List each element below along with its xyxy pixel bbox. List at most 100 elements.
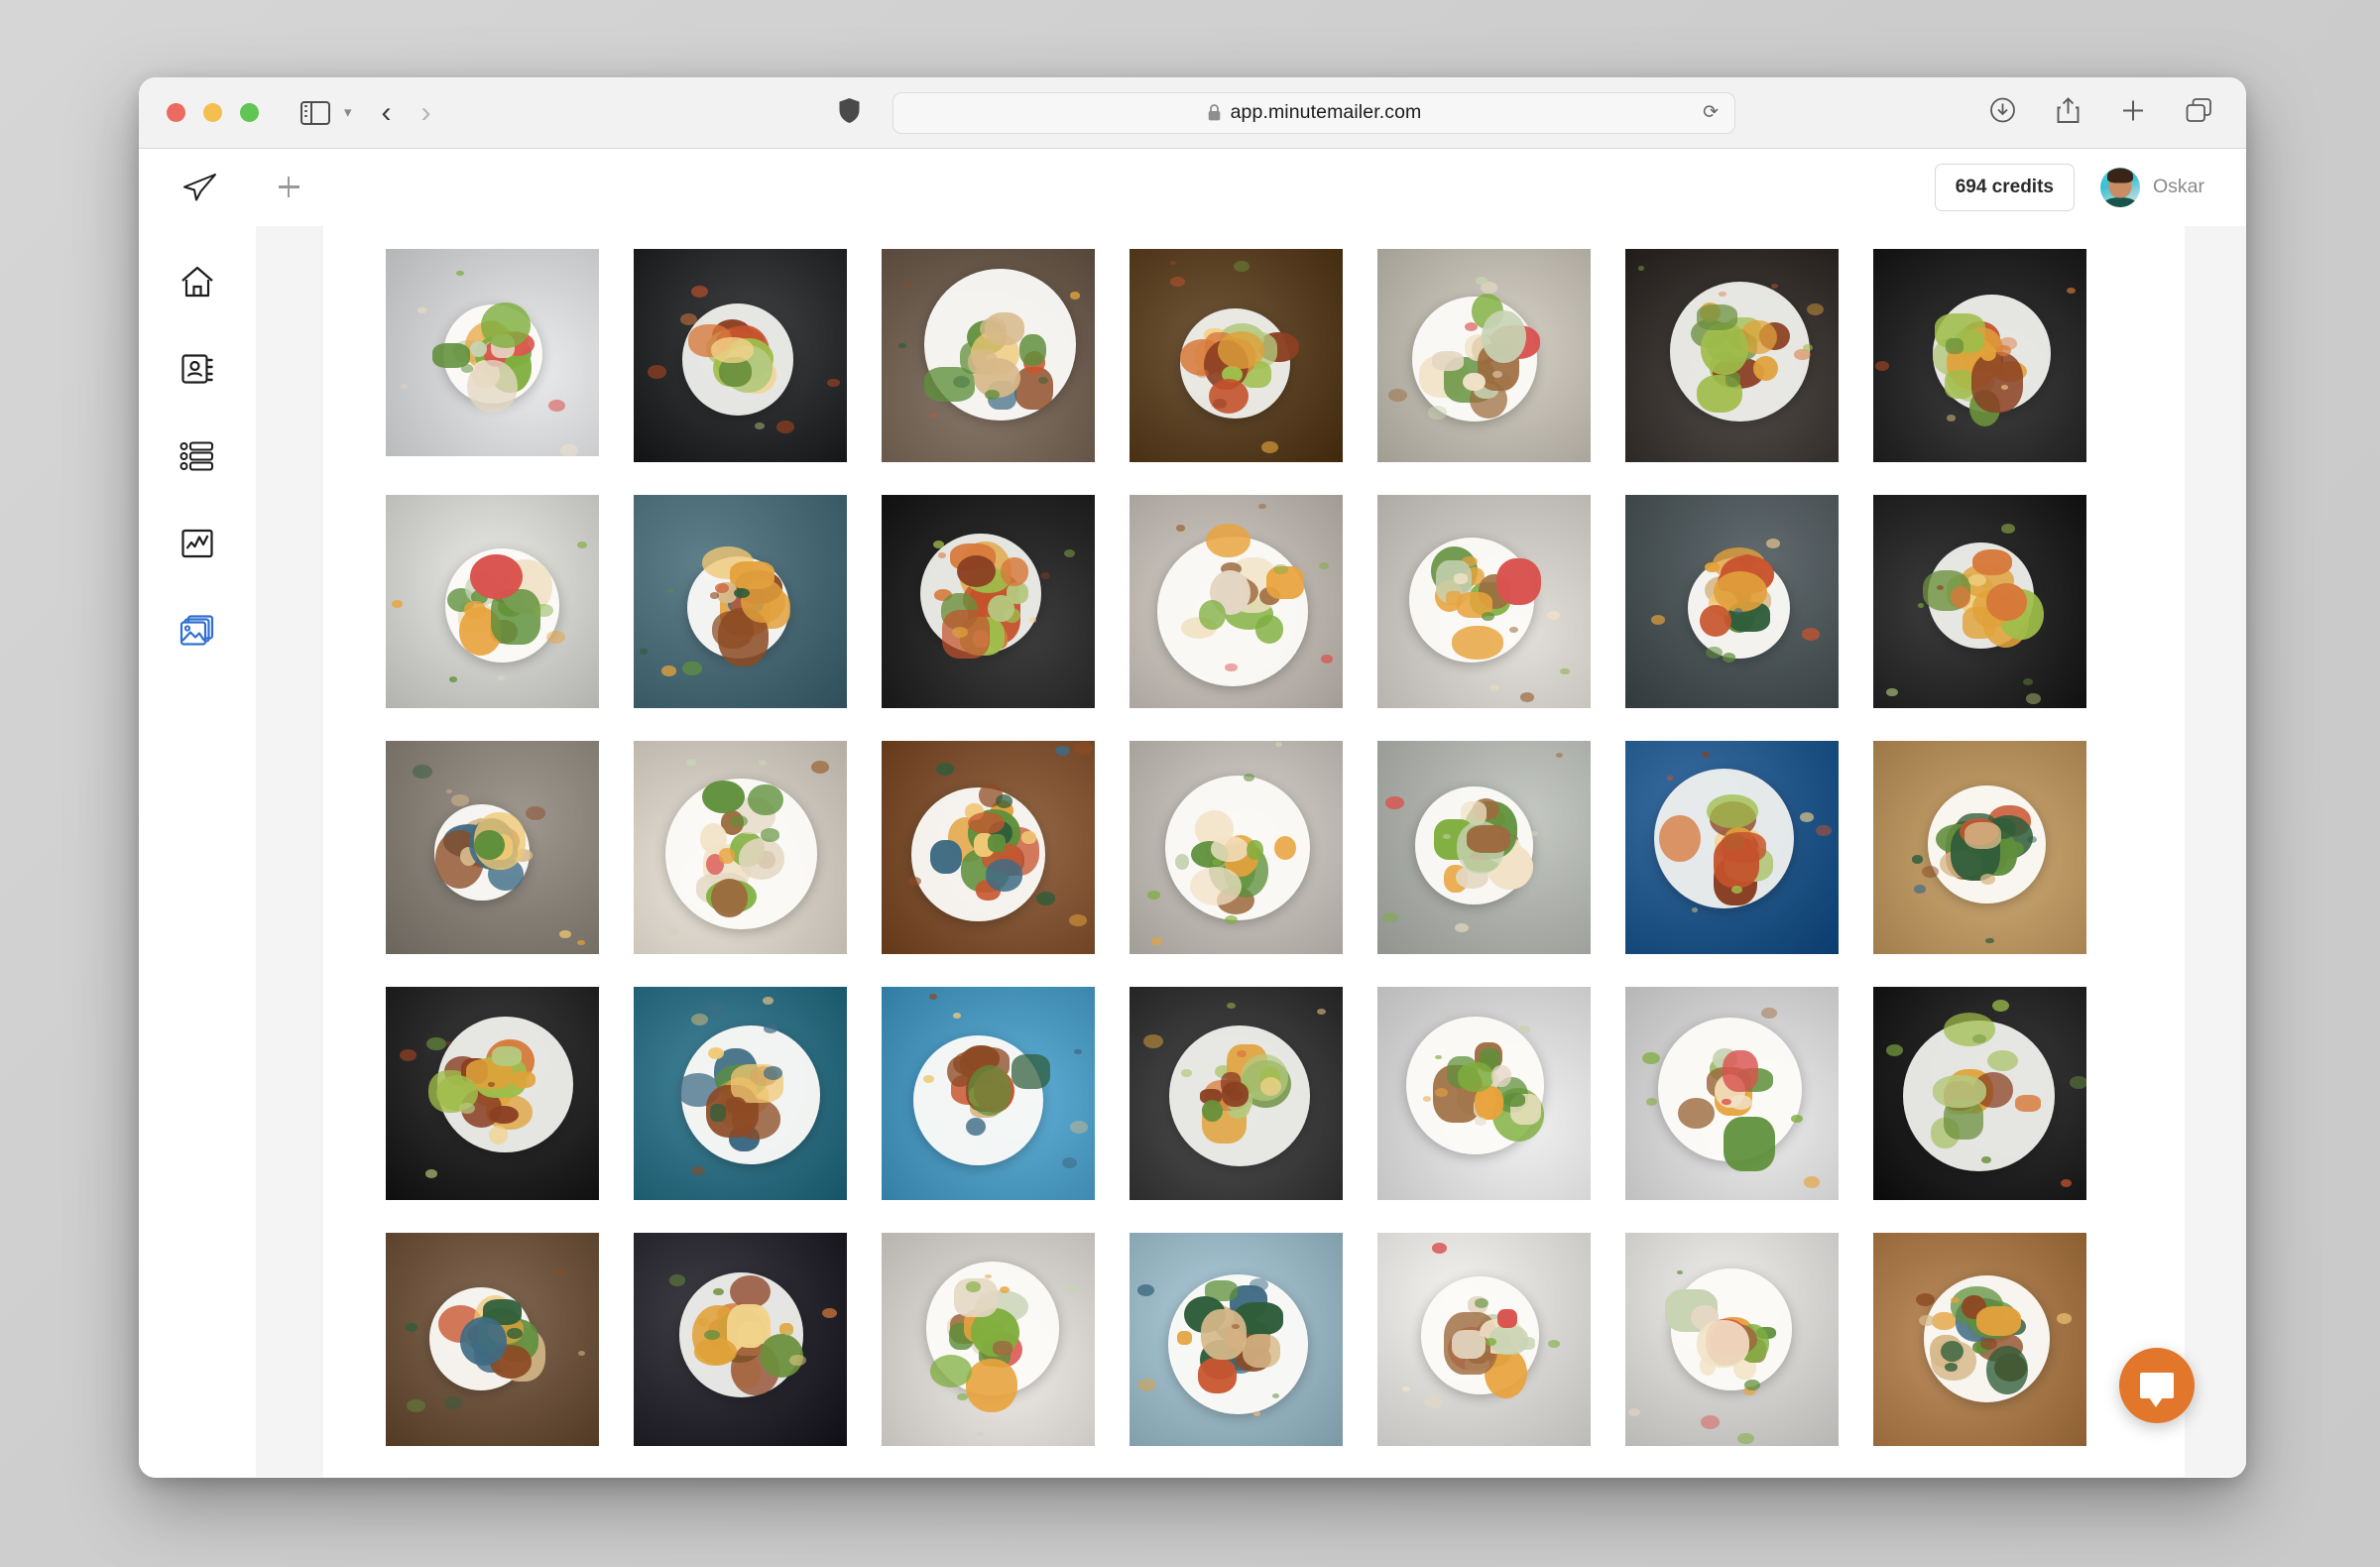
desktop-background: ▾ ‹ › app.minutemailer.com ⟳ 694 credits… (0, 0, 2380, 1567)
oranges-on-blue (1625, 741, 1839, 954)
gallery-image-10[interactable] (882, 495, 1095, 708)
shield-icon[interactable] (838, 97, 861, 129)
salad-bowls-flatlay (1377, 741, 1591, 954)
gallery-image-24[interactable] (882, 987, 1095, 1200)
chat-glyph (2140, 1373, 2174, 1407)
sidebar-item-home[interactable] (172, 256, 223, 307)
gallery-panel (323, 226, 2185, 1477)
content-area (256, 226, 2246, 1477)
user-name: Oskar (2152, 176, 2204, 197)
gallery-image-6[interactable] (1625, 249, 1839, 462)
lock-icon (1207, 103, 1222, 122)
new-tab-icon[interactable] (2120, 97, 2146, 128)
steak-broccolini-plate (1625, 495, 1839, 708)
gallery-image-11[interactable] (1130, 495, 1343, 708)
gallery-image-25[interactable] (1130, 987, 1343, 1200)
sidebar-item-contacts[interactable] (172, 343, 223, 395)
gallery-image-18[interactable] (1130, 741, 1343, 954)
salmon-steaks-lime (1130, 987, 1343, 1200)
paper-plane-icon[interactable] (178, 167, 220, 208)
gallery-image-22[interactable] (386, 987, 599, 1200)
gallery-image-31[interactable] (882, 1233, 1095, 1446)
url-text: app.minutemailer.com (1230, 101, 1422, 123)
app-header: 694 credits Oskar (139, 149, 2246, 226)
salad-bar-ingredients (386, 495, 599, 708)
ramen-bowl-chopsticks (386, 1233, 599, 1446)
gallery-image-4[interactable] (1130, 249, 1343, 462)
gallery-image-3[interactable] (882, 249, 1095, 462)
gallery-image-9[interactable] (634, 495, 847, 708)
gallery-image-16[interactable] (634, 741, 847, 954)
zoom-button[interactable] (240, 103, 259, 122)
breakfast-bowls-blue (1130, 1233, 1343, 1446)
caprese-salad-white (1377, 987, 1591, 1200)
gallery-image-28[interactable] (1873, 987, 2086, 1200)
gallery-image-20[interactable] (1625, 741, 1839, 954)
gallery-image-12[interactable] (1377, 495, 1591, 708)
gallery-image-29[interactable] (386, 1233, 599, 1446)
french-toast-berries (1873, 249, 2086, 462)
gallery-image-5[interactable] (1377, 249, 1591, 462)
deconstructed-burger (1873, 987, 2086, 1200)
gallery-image-26[interactable] (1377, 987, 1591, 1200)
navigation-arrows: ‹ › (382, 97, 431, 128)
gallery-image-1[interactable] (386, 249, 599, 456)
gallery-image-35[interactable] (1873, 1233, 2086, 1446)
shrimp-noodle-pan (386, 987, 599, 1200)
gallery-image-15[interactable] (386, 741, 599, 954)
gallery-image-14[interactable] (1873, 495, 2086, 708)
reload-icon[interactable]: ⟳ (1703, 103, 1719, 122)
forward-button[interactable]: › (421, 97, 431, 128)
grilled-cheese-bowl (882, 987, 1095, 1200)
user-menu[interactable]: Oskar (2099, 167, 2204, 207)
chat-bubble-icon[interactable] (2119, 1348, 2195, 1423)
gallery-image-23[interactable] (634, 987, 847, 1200)
gallery-image-13[interactable] (1625, 495, 1839, 708)
minimize-button[interactable] (203, 103, 222, 122)
gallery-image-30[interactable] (634, 1233, 847, 1446)
gallery-image-7[interactable] (1873, 249, 2086, 462)
gallery-image-17[interactable] (882, 741, 1095, 954)
window-controls (167, 103, 259, 122)
tomato-salad-white (1625, 1233, 1839, 1446)
gallery-image-32[interactable] (1130, 1233, 1343, 1446)
gallery-image-21[interactable] (1873, 741, 2086, 954)
pumpkin-soup-bowl (1377, 1233, 1591, 1446)
close-button[interactable] (167, 103, 185, 122)
new-campaign-button[interactable] (272, 171, 305, 204)
grilled-meat-platter (882, 249, 1095, 462)
share-icon[interactable] (2056, 96, 2081, 129)
double-cheeseburger (386, 741, 599, 954)
header-right: 694 credits Oskar (1934, 163, 2204, 211)
gallery-image-19[interactable] (1377, 741, 1591, 954)
dark-plate-green-salad (634, 249, 847, 462)
download-icon[interactable] (1989, 97, 2016, 129)
pasta-plate-wood-table (1873, 741, 2086, 954)
gallery-image-8[interactable] (386, 495, 599, 708)
mezze-bowls-spread (1130, 741, 1343, 954)
sidebar-toggle-icon[interactable] (300, 100, 330, 125)
grapefruit-cocktail (634, 741, 847, 954)
sidebar-item-lists[interactable] (172, 430, 223, 482)
pasta-on-fork-dark (634, 1233, 847, 1446)
image-grid (386, 249, 2185, 1446)
sidebar-item-analytics[interactable] (172, 518, 223, 569)
pasta-plates-wine (1377, 495, 1591, 708)
gallery-image-2[interactable] (634, 249, 847, 462)
credits-button[interactable]: 694 credits (1934, 163, 2075, 211)
roast-chicken-spread (882, 1233, 1095, 1446)
charcuterie-board (634, 987, 847, 1200)
veggie-buddha-bowl (1377, 249, 1591, 462)
seafood-curry-skillet (1873, 495, 2086, 708)
url-bar[interactable]: app.minutemailer.com ⟳ (892, 91, 1735, 134)
browser-toolbar: ▾ ‹ › app.minutemailer.com ⟳ (139, 77, 2246, 149)
gallery-image-27[interactable] (1625, 987, 1839, 1200)
tabs-icon[interactable] (2186, 97, 2212, 128)
gallery-image-34[interactable] (1625, 1233, 1839, 1446)
pulled-pork-burger (1130, 495, 1343, 708)
chevron-down-icon[interactable]: ▾ (344, 105, 352, 120)
street-tacos (882, 741, 1095, 954)
gallery-image-33[interactable] (1377, 1233, 1591, 1446)
back-button[interactable]: ‹ (382, 97, 392, 128)
sidebar-item-images[interactable] (172, 605, 223, 657)
